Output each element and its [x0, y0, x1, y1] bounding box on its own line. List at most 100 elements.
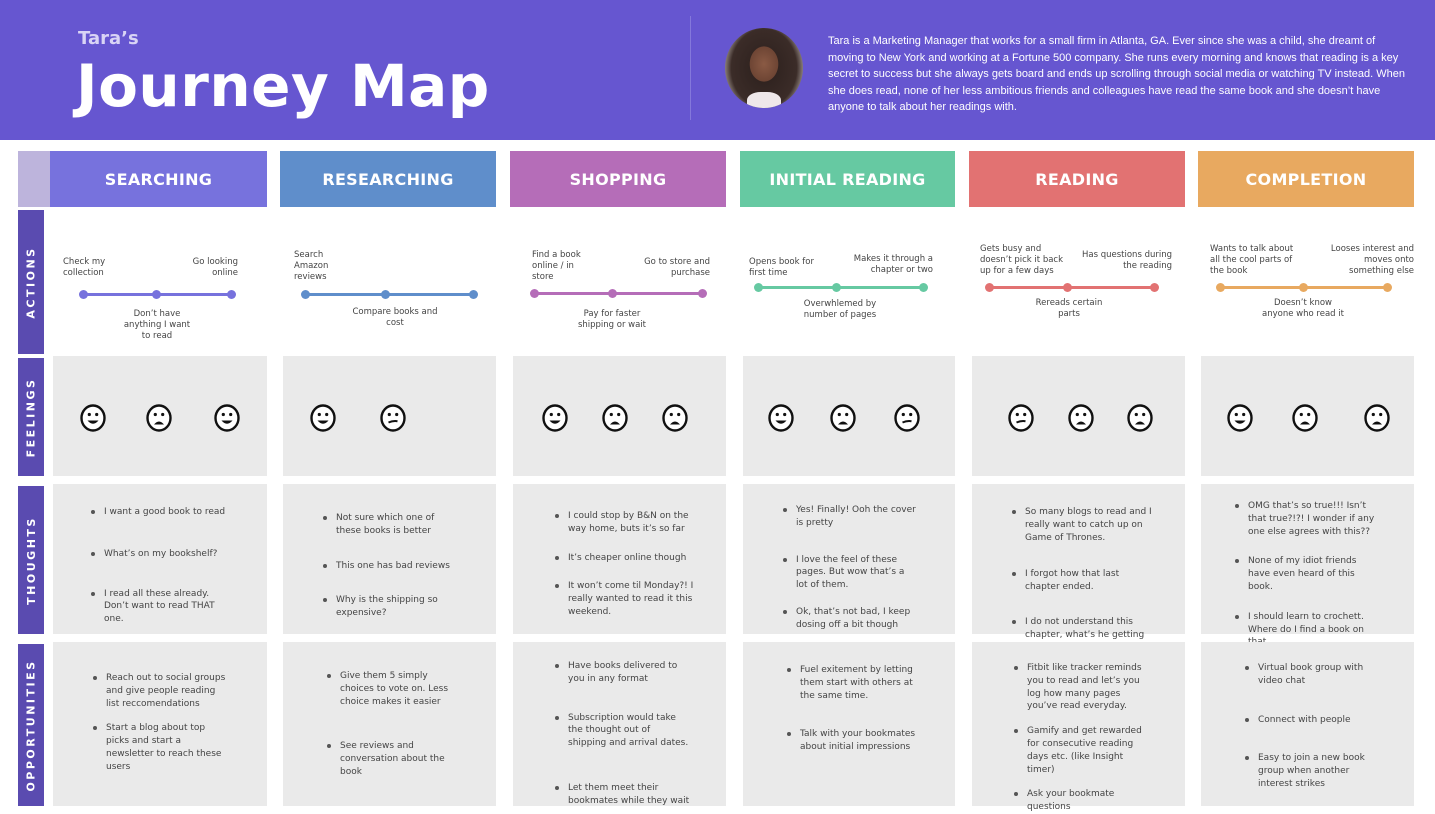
opportunities-list: Reach out to social groups and give peop…	[93, 672, 228, 774]
opportunity-item: Fuel exitement by letting them start wit…	[787, 664, 917, 702]
action-label: Check my collection	[63, 257, 106, 278]
thoughts-list: Yes! Finally! Ooh the cover is pretty I l…	[783, 504, 918, 632]
neutral-face-icon	[1007, 404, 1035, 432]
thoughts-list: So many blogs to read and I really want …	[1012, 506, 1152, 654]
action-step-dot[interactable]	[1149, 283, 1159, 292]
action-step-dot[interactable]	[151, 290, 161, 299]
thought-item: I read all these already. Don’t want to …	[91, 588, 231, 626]
action-timeline	[989, 286, 1154, 289]
thoughts-cell-researching: Not sure which one of these books is bet…	[283, 484, 496, 634]
action-label: Pay for faster shipping or wait	[577, 309, 647, 330]
action-step-dot[interactable]	[529, 289, 539, 298]
avatar-shirt	[747, 92, 781, 108]
action-step-dot[interactable]	[1062, 283, 1072, 292]
action-label: Has questions during the reading	[1081, 250, 1172, 271]
opportunity-item: Ask your bookmate questions	[1014, 788, 1144, 814]
action-step-dot[interactable]	[1382, 283, 1392, 292]
feelings-cell-completion	[1201, 356, 1414, 476]
action-step-dot[interactable]	[1298, 283, 1308, 292]
stage-header-searching[interactable]: SEARCHING	[50, 151, 267, 207]
opportunities-list: Virtual book group with video chat Connec…	[1245, 662, 1375, 791]
action-label: Compare books and cost	[352, 307, 438, 328]
thoughts-cell-searching: I want a good book to read What’s on my b…	[53, 484, 267, 634]
actions-cell-searching: Check my collection Don’t have anything I…	[50, 210, 267, 354]
opportunities-cell-completion: Virtual book group with video chat Connec…	[1201, 642, 1414, 806]
action-step-dot[interactable]	[300, 290, 310, 299]
opportunity-item: See reviews and conversation about the b…	[327, 740, 452, 778]
opportunities-list: Fuel exitement by letting them start wit…	[787, 664, 917, 754]
action-step-dot[interactable]	[753, 283, 763, 292]
opportunity-item: Fitbit like tracker reminds you to read …	[1014, 662, 1144, 713]
opportunities-cell-searching: Reach out to social groups and give peop…	[53, 642, 267, 806]
opportunities-cell-initial-reading: Fuel exitement by letting them start wit…	[743, 642, 955, 806]
opportunities-list: Have books delivered to you in any forma…	[555, 660, 690, 808]
thoughts-list: I could stop by B&N on the way home, but…	[555, 510, 695, 619]
happy-face-icon	[1226, 404, 1254, 432]
thought-item: Why is the shipping so expensive?	[323, 594, 453, 620]
neutral-face-icon	[893, 404, 921, 432]
stage-header-shopping[interactable]: SHOPPING	[510, 151, 726, 207]
feelings-cell-researching	[283, 356, 496, 476]
happy-face-icon	[213, 404, 241, 432]
sad-face-icon	[145, 404, 173, 432]
thoughts-list: Not sure which one of these books is bet…	[323, 512, 453, 620]
action-label: Go looking online	[192, 257, 238, 278]
action-label: Wants to talk about all the cool parts o…	[1210, 244, 1294, 276]
happy-face-icon	[309, 404, 337, 432]
thought-item: None of my idiot friends have even heard…	[1235, 555, 1375, 593]
action-step-dot[interactable]	[226, 290, 236, 299]
row-label-text: THOUGHTS	[24, 515, 38, 605]
persona-bio: Tara is a Marketing Manager that works f…	[828, 35, 1406, 113]
action-step-dot[interactable]	[607, 289, 617, 298]
action-step-dot[interactable]	[918, 283, 928, 292]
header: Tara’s Journey Map Tara is a Marketing M…	[0, 0, 1435, 140]
action-timeline	[534, 292, 702, 295]
row-label-text: OPPORTUNITIES	[24, 658, 38, 792]
row-label-text: ACTIONS	[24, 245, 38, 319]
action-step-dot[interactable]	[697, 289, 707, 298]
row-label-text: FEELINGS	[24, 377, 38, 457]
thought-item: It’s cheaper online though	[555, 552, 695, 565]
action-label: Go to store and purchase	[644, 257, 710, 278]
corner-block	[18, 151, 50, 207]
action-step-dot[interactable]	[380, 290, 390, 299]
action-step-dot[interactable]	[468, 290, 478, 299]
stage-header-researching[interactable]: RESEARCHING	[280, 151, 496, 207]
opportunity-item: Let them meet their bookmates while they…	[555, 782, 690, 808]
opportunity-item: Virtual book group with video chat	[1245, 662, 1375, 688]
stage-header-reading[interactable]: READING	[969, 151, 1185, 207]
row-label-thoughts: THOUGHTS	[18, 486, 44, 634]
action-label: Search Amazon reviews	[294, 250, 329, 282]
page-subtitle: Tara’s	[78, 28, 139, 49]
stage-header-initial-reading[interactable]: INITIAL READING	[740, 151, 955, 207]
action-label: Makes it through a chapter or two	[853, 254, 933, 275]
header-divider	[690, 16, 691, 120]
opportunities-cell-shopping: Have books delivered to you in any forma…	[513, 642, 726, 806]
row-label-feelings: FEELINGS	[18, 358, 44, 476]
action-step-dot[interactable]	[984, 283, 994, 292]
action-label: Find a book online / in store	[532, 250, 581, 282]
action-step-dot[interactable]	[831, 283, 841, 292]
action-label: Gets busy and doesn’t pick it back up fo…	[980, 244, 1064, 276]
thoughts-cell-reading: So many blogs to read and I really want …	[972, 484, 1185, 653]
actions-cell-completion: Wants to talk about all the cool parts o…	[1198, 210, 1414, 354]
thoughts-cell-initial-reading: Yes! Finally! Ooh the cover is pretty I l…	[743, 484, 955, 634]
opportunity-item: Reach out to social groups and give peop…	[93, 672, 228, 710]
feelings-cell-reading	[972, 356, 1185, 476]
thought-item: What’s on my bookshelf?	[91, 548, 231, 561]
row-label-actions: ACTIONS	[18, 210, 44, 354]
thoughts-cell-completion: OMG that’s so true!!! Isn’t that true?!?…	[1201, 484, 1414, 647]
opportunity-item: Easy to join a new book group when anoth…	[1245, 752, 1375, 790]
sad-face-icon	[1067, 404, 1095, 432]
avatar	[725, 28, 803, 108]
thought-item: It won’t come til Monday?! I really want…	[555, 580, 695, 618]
stage-header-completion[interactable]: COMPLETION	[1198, 151, 1414, 207]
thought-item: OMG that’s so true!!! Isn’t that true?!?…	[1235, 500, 1375, 538]
action-timeline	[758, 286, 923, 289]
action-step-dot[interactable]	[1215, 283, 1225, 292]
actions-cell-researching: Search Amazon reviews Compare books and c…	[280, 210, 496, 354]
sad-face-icon	[601, 404, 629, 432]
feelings-cell-initial-reading	[743, 356, 955, 476]
happy-face-icon	[767, 404, 795, 432]
action-step-dot[interactable]	[78, 290, 88, 299]
